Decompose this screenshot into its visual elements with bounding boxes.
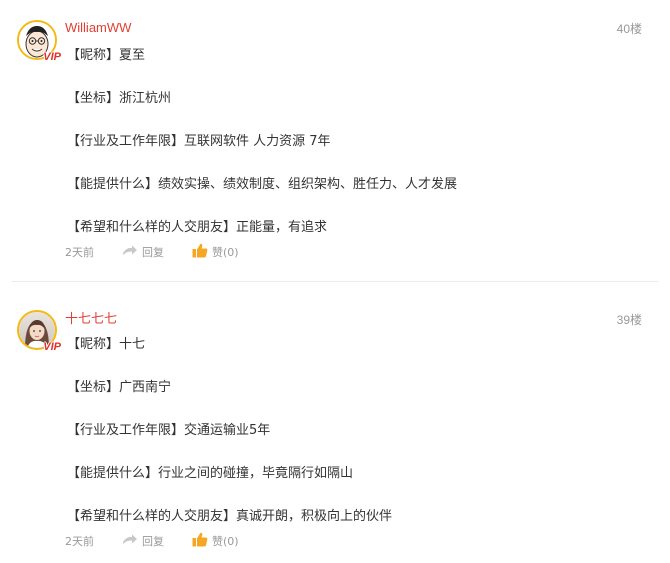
thumbs-up-icon	[192, 532, 208, 550]
like-label: 赞	[212, 246, 223, 259]
floor-number: 40楼	[616, 22, 642, 36]
post-content: 【昵称】十七 【坐标】广西南宁 【行业及工作年限】交通运输业5年 【能提供什么】…	[67, 335, 627, 527]
avatar[interactable]: VIP	[17, 20, 61, 63]
reply-label: 回复	[142, 535, 164, 548]
floor-number: 39楼	[616, 313, 642, 327]
like-count: (0)	[223, 245, 239, 259]
vip-badge: VIP	[43, 341, 61, 353]
post-floor-39: VIP 十七七七 39楼 【昵称】十七 【坐标】广西南宁 【行业及工作年限】交通…	[0, 291, 670, 563]
content-line-nickname: 【昵称】十七	[67, 337, 146, 352]
like-count: (0)	[223, 534, 239, 548]
content-line-wish: 【希望和什么样的人交朋友】真诚开朗，积极向上的伙伴	[67, 509, 393, 524]
username[interactable]: 十七七七	[65, 311, 117, 327]
like-label: 赞	[212, 535, 223, 548]
post-time: 2天前	[65, 535, 94, 548]
post-meta: 2天前 回复 赞 (0)	[65, 532, 239, 550]
content-line-location: 【坐标】广西南宁	[67, 380, 172, 395]
username[interactable]: WilliamWW	[65, 20, 131, 36]
content-line-wish: 【希望和什么样的人交朋友】正能量，有追求	[67, 220, 328, 235]
post-divider	[12, 281, 658, 282]
content-line-offer: 【能提供什么】绩效实操、绩效制度、组织架构、胜任力、人才发展	[67, 177, 458, 192]
like-button[interactable]: 赞 (0)	[192, 532, 239, 550]
like-button[interactable]: 赞 (0)	[192, 243, 239, 261]
content-line-industry: 【行业及工作年限】交通运输业5年	[67, 423, 271, 438]
reply-arrow-icon	[122, 245, 138, 260]
post-time: 2天前	[65, 246, 94, 259]
content-line-location: 【坐标】浙江杭州	[67, 91, 172, 106]
post-content: 【昵称】夏至 【坐标】浙江杭州 【行业及工作年限】互联网软件 人力资源 7年 【…	[67, 46, 627, 238]
reply-button[interactable]: 回复	[122, 533, 164, 549]
reply-label: 回复	[142, 246, 164, 259]
reply-arrow-icon	[122, 534, 138, 549]
content-line-offer: 【能提供什么】行业之间的碰撞，毕竟隔行如隔山	[67, 466, 354, 481]
vip-badge: VIP	[43, 51, 61, 63]
post-floor-40: VIP WilliamWW 40楼 【昵称】夏至 【坐标】浙江杭州 【行业及工作…	[0, 0, 670, 281]
avatar[interactable]: VIP	[17, 310, 61, 353]
thumbs-up-icon	[192, 243, 208, 261]
content-line-industry: 【行业及工作年限】互联网软件 人力资源 7年	[67, 134, 331, 149]
reply-button[interactable]: 回复	[122, 244, 164, 260]
content-line-nickname: 【昵称】夏至	[67, 48, 146, 63]
post-meta: 2天前 回复 赞 (0)	[65, 243, 239, 261]
